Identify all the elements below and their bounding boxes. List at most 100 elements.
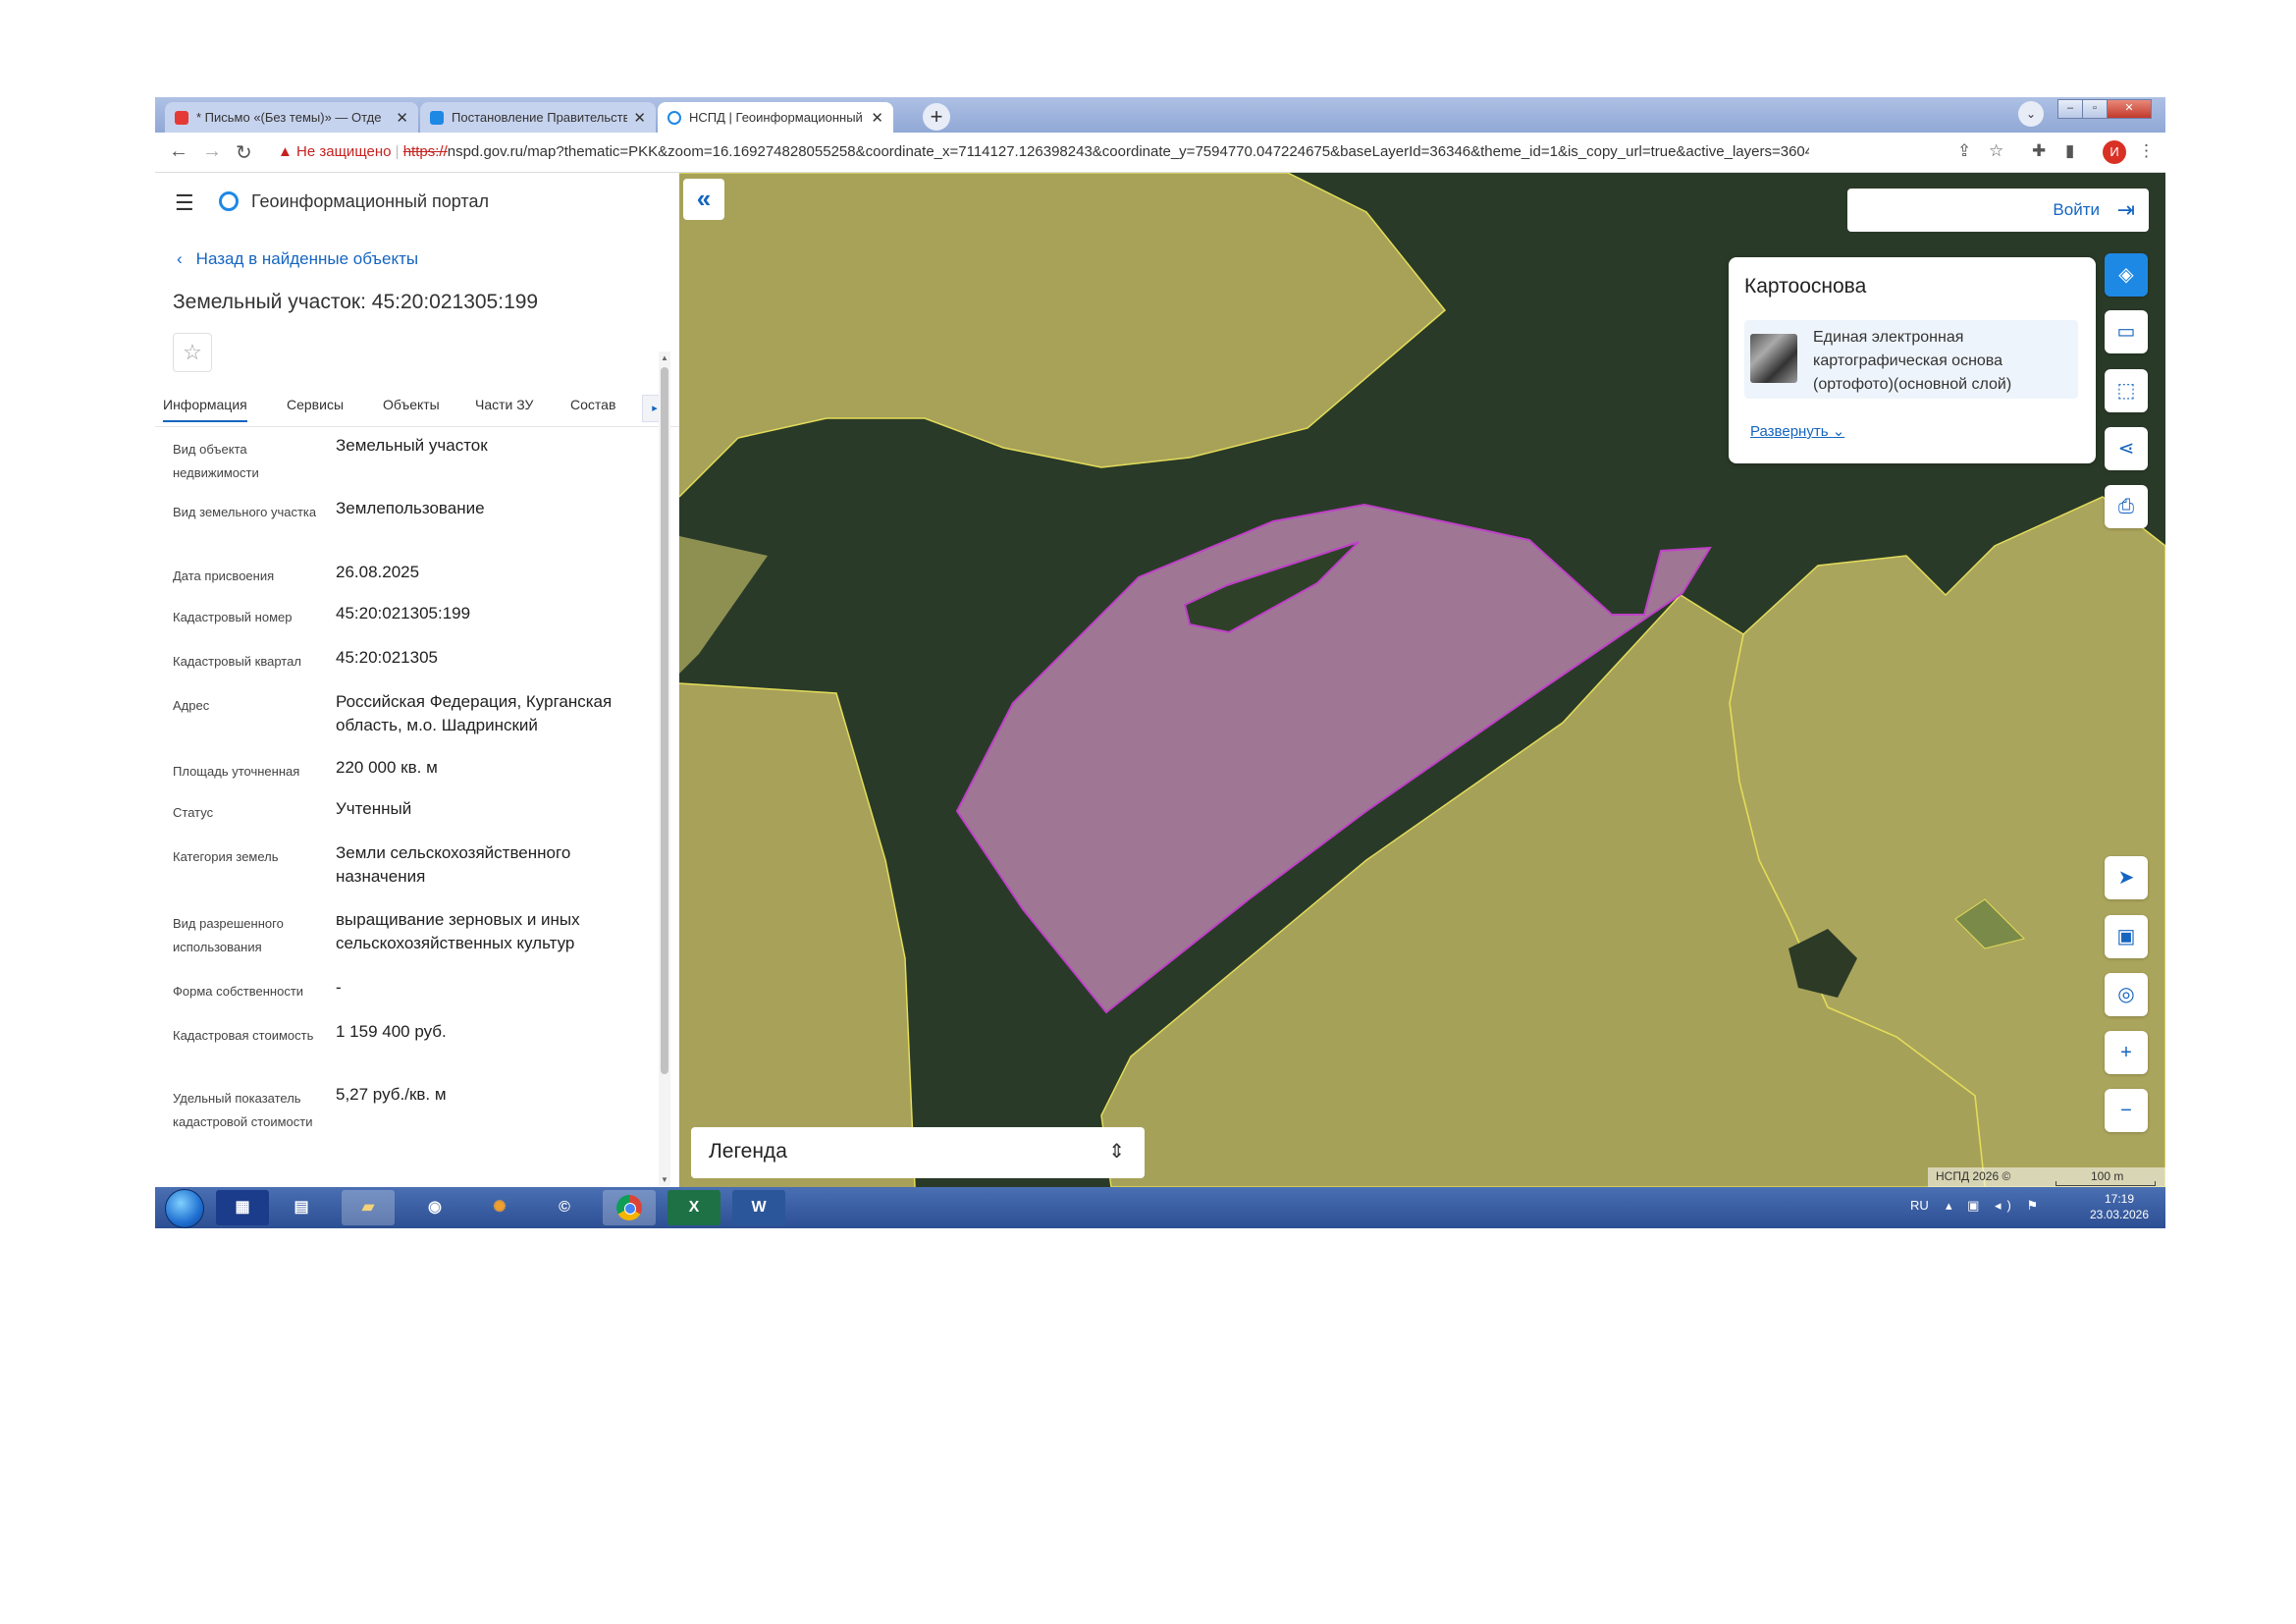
chevron-left-icon: ‹: [177, 249, 183, 268]
attribute-label: Площадь уточненная: [173, 764, 300, 779]
keepass-app-icon[interactable]: ◉: [408, 1190, 461, 1225]
game-app-icon[interactable]: ✺: [473, 1190, 526, 1225]
tab-information[interactable]: Информация: [163, 397, 247, 422]
copyright-label: НСПД 2026 ©: [1936, 1169, 2011, 1183]
login-button[interactable]: Войти ⇥: [1847, 189, 2149, 232]
excel-app-icon[interactable]: X: [667, 1190, 721, 1225]
close-window-icon[interactable]: ✕: [2107, 99, 2152, 119]
scroll-up-icon[interactable]: ▲: [661, 353, 668, 362]
browser-tab-decree[interactable]: Постановление Правительства ✕: [420, 102, 656, 133]
maximize-icon[interactable]: ▫: [2082, 99, 2108, 119]
browser-tab-mail[interactable]: * Письмо «(Без темы)» — Отде ✕: [165, 102, 418, 133]
object-title: Земельный участок: 45:20:021305:199: [173, 291, 539, 313]
object-info-panel: ☰ Геоинформационный портал ‹ Назад в найд…: [155, 173, 680, 1187]
start-button[interactable]: [165, 1189, 204, 1228]
basemap-title: Картооснова: [1744, 275, 1867, 298]
word-app-icon[interactable]: W: [732, 1190, 785, 1225]
map-attribution: НСПД 2026 © 100 m: [1928, 1167, 2165, 1187]
minimize-icon[interactable]: –: [2057, 99, 2083, 119]
basemap-layer-item[interactable]: Единая электронная картографическая осно…: [1744, 320, 2078, 399]
share-page-icon[interactable]: ⇪: [1957, 141, 1971, 161]
tab-composition[interactable]: Состав: [570, 397, 615, 412]
attribute-value: Российская Федерация, Курганская область…: [336, 692, 613, 734]
windows-taskbar: ▦ ▤ ▰ ◉ ✺ © X W RU ▴ ▣ ◂) ⚑ 17:19 23.03.…: [155, 1187, 2165, 1228]
legend-label: Легенда: [709, 1140, 787, 1163]
clock-date: 23.03.2026: [2089, 1208, 2150, 1221]
extensions-icon[interactable]: ✚: [2032, 141, 2046, 161]
collapse-panel-button[interactable]: «: [683, 179, 724, 220]
zoom-out-icon[interactable]: −: [2105, 1089, 2148, 1132]
basemap-popup: Картооснова Единая электронная картограф…: [1729, 257, 2096, 463]
chrome-app-icon[interactable]: [603, 1190, 656, 1225]
attribute-value: 1 159 400 руб.: [336, 1022, 447, 1041]
url-field[interactable]: ▲ Не защищено | https://nspd.gov.ru/map?…: [278, 143, 1809, 160]
reload-icon[interactable]: ↻: [236, 140, 252, 165]
profile-avatar[interactable]: И: [2103, 140, 2126, 164]
menu-dots-icon[interactable]: ⋮: [2138, 141, 2155, 161]
back-arrow-icon[interactable]: ←: [169, 140, 188, 163]
minimap-icon[interactable]: ▣: [2105, 915, 2148, 958]
screenshot: * Письмо «(Без темы)» — Отде ✕ Постановл…: [155, 97, 2165, 1228]
browser-tab-strip: * Письмо «(Без темы)» — Отде ✕ Постановл…: [155, 97, 2165, 133]
close-tab-icon[interactable]: ✕: [871, 109, 883, 127]
tab-title: НСПД | Геоинформационный п: [689, 110, 866, 125]
ruler-icon[interactable]: ▭: [2105, 310, 2148, 353]
notepad-app-icon[interactable]: ▤: [275, 1190, 328, 1225]
clock-time: 17:19: [2104, 1192, 2135, 1206]
panel-scrollbar[interactable]: ▲ ▼: [659, 352, 670, 1186]
tab-search-icon[interactable]: ⌄: [2018, 101, 2044, 127]
clock[interactable]: 17:19 23.03.2026: [2085, 1191, 2154, 1222]
attribute-label: Кадастровая стоимость: [173, 1028, 314, 1043]
tab-title: * Письмо «(Без темы)» — Отде: [196, 110, 382, 125]
explorer-app-icon[interactable]: ▰: [342, 1190, 395, 1225]
search-location-icon[interactable]: ◎: [2105, 973, 2148, 1016]
attribute-value: Земли сельскохозяйственного назначения: [336, 843, 571, 886]
media-app-icon[interactable]: ▦: [216, 1190, 269, 1225]
attribute-value: 220 000 кв. м: [336, 758, 438, 777]
tray-icons[interactable]: ▴ ▣ ◂) ⚑: [1946, 1198, 2044, 1214]
forward-arrow-icon[interactable]: →: [202, 140, 222, 163]
browser-tab-nspd[interactable]: НСПД | Геоинформационный п ✕: [658, 102, 893, 133]
hamburger-menu-icon[interactable]: ☰: [175, 190, 194, 216]
attribute-value: Учтенный: [336, 799, 412, 818]
ccleaner-app-icon[interactable]: ©: [538, 1190, 591, 1225]
share-icon[interactable]: ⋖: [2105, 427, 2148, 470]
attribute-value: 5,27 руб./кв. м: [336, 1085, 447, 1104]
geolocate-icon[interactable]: ➤: [2105, 856, 2148, 899]
attribute-value: 45:20:021305: [336, 648, 438, 667]
favorite-star-button[interactable]: ☆: [173, 333, 212, 372]
tab-parcel-parts[interactable]: Части ЗУ: [475, 397, 533, 412]
scroll-down-icon[interactable]: ▼: [661, 1175, 668, 1184]
warning-icon: ▲: [278, 143, 293, 160]
back-to-results-link[interactable]: ‹ Назад в найденные объекты: [177, 249, 418, 269]
tab-services[interactable]: Сервисы: [287, 397, 344, 412]
attribute-value: Земельный участок: [336, 436, 488, 455]
attribute-label: Дата присвоения: [173, 568, 275, 583]
legend-dropdown[interactable]: Легенда ⇕: [691, 1127, 1145, 1178]
info-tabs: Информация Сервисы Объекты Части ЗУ Сост…: [155, 389, 679, 427]
map-view[interactable]: « Войти ⇥ Картооснова Единая электронная…: [679, 173, 2165, 1187]
orthophoto-thumbnail: [1750, 334, 1797, 383]
language-indicator[interactable]: RU: [1910, 1198, 1929, 1213]
attribute-label: Вид земельного участка: [173, 505, 317, 519]
bookmark-star-icon[interactable]: ☆: [1989, 141, 2003, 161]
new-tab-button[interactable]: +: [923, 103, 950, 131]
tab-objects[interactable]: Объекты: [383, 397, 440, 412]
tab-title: Постановление Правительства: [452, 110, 628, 125]
url-text: nspd.gov.ru/map?thematic=PKK&zoom=16.169…: [447, 143, 1809, 160]
security-label[interactable]: Не защищено: [296, 143, 391, 160]
area-select-icon[interactable]: ⬚: [2105, 369, 2148, 412]
mail-favicon-icon: [175, 110, 188, 125]
layers-icon[interactable]: ◈: [2105, 253, 2148, 297]
close-tab-icon[interactable]: ✕: [633, 109, 646, 127]
chevron-down-icon: ⌄: [1832, 423, 1845, 440]
attribute-value: 26.08.2025: [336, 563, 420, 581]
print-icon[interactable]: ⎙: [2105, 485, 2148, 528]
zoom-in-icon[interactable]: +: [2105, 1031, 2148, 1074]
expand-link[interactable]: Развернуть ⌄: [1750, 422, 1844, 440]
side-panel-icon[interactable]: ▮: [2065, 141, 2074, 161]
doc-favicon-icon: [430, 110, 444, 125]
close-tab-icon[interactable]: ✕: [396, 109, 408, 127]
attribute-value: -: [336, 978, 342, 997]
scrollbar-thumb[interactable]: [661, 367, 668, 1074]
